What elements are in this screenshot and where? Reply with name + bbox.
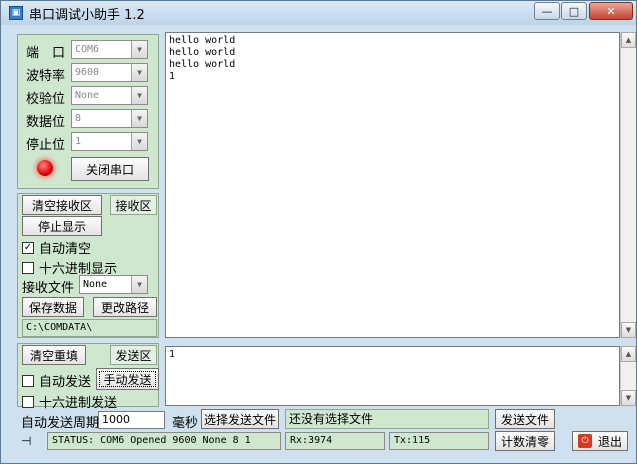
- chevron-down-icon[interactable]: ▼: [131, 276, 147, 293]
- baud-value: 9600: [75, 67, 100, 78]
- stopbits-value: 1: [75, 136, 82, 147]
- baud-select[interactable]: 9600 ▼: [71, 63, 148, 82]
- chevron-down-icon[interactable]: ▼: [131, 64, 147, 81]
- receive-area-label: 接收区: [110, 195, 157, 215]
- hex-display-box[interactable]: [22, 261, 34, 274]
- databits-label: 数据位: [26, 115, 66, 130]
- send-textarea[interactable]: 1: [165, 346, 620, 406]
- receive-scrollbar[interactable]: ▲ ▼: [620, 32, 636, 338]
- period-unit-label: 毫秒: [172, 416, 199, 431]
- receive-line: 1: [169, 71, 176, 82]
- rx-counter: Rx:3974: [285, 432, 385, 450]
- port-value: COM6: [75, 44, 100, 55]
- change-path-button[interactable]: 更改路径: [93, 297, 157, 317]
- chevron-down-icon[interactable]: ▼: [131, 41, 147, 58]
- auto-clear-checkmark-icon[interactable]: ✓: [22, 241, 34, 254]
- stopbits-label: 停止位: [26, 138, 66, 153]
- receive-line: hello world: [169, 59, 236, 70]
- scroll-up-icon[interactable]: ▲: [621, 32, 636, 48]
- baud-label: 波特率: [26, 69, 66, 84]
- chevron-down-icon[interactable]: ▼: [131, 133, 147, 150]
- serial-port-icon: ▣: [9, 6, 23, 20]
- minimize-button[interactable]: —: [534, 2, 560, 20]
- send-file-button[interactable]: 发送文件: [495, 409, 555, 429]
- send-content: 1: [169, 349, 176, 360]
- auto-send-box[interactable]: [22, 374, 34, 387]
- receive-file-value: None: [83, 279, 108, 290]
- close-button[interactable]: ✕: [589, 2, 633, 20]
- scroll-up-icon[interactable]: ▲: [621, 346, 636, 362]
- receive-file-select[interactable]: None ▼: [79, 275, 148, 294]
- port-label: 端 口: [26, 46, 66, 61]
- parity-value: None: [75, 90, 100, 101]
- save-data-button[interactable]: 保存数据: [22, 297, 84, 317]
- tx-counter: Tx:115: [389, 432, 489, 450]
- clear-receive-button[interactable]: 清空接收区: [22, 195, 102, 215]
- stopbits-select[interactable]: 1 ▼: [71, 132, 148, 151]
- reset-count-button[interactable]: 计数清零: [495, 431, 555, 451]
- file-status-field: 还没有选择文件: [285, 409, 489, 429]
- receive-file-label: 接收文件: [22, 281, 75, 296]
- stop-display-button[interactable]: 停止显示: [22, 216, 102, 236]
- manual-send-button[interactable]: 手动发送: [96, 368, 159, 390]
- exit-label: 退出: [598, 434, 623, 449]
- databits-select[interactable]: 8 ▼: [71, 109, 148, 128]
- main-window: ▣ 串口调试小助手 1.2 — □ ✕ 端 口 COM6 ▼ 波特率 9600 ▼ …: [0, 0, 637, 464]
- exit-button[interactable]: ⏻ 退出: [572, 431, 628, 451]
- parity-select[interactable]: None ▼: [71, 86, 148, 105]
- clear-send-button[interactable]: 清空重填: [22, 345, 86, 365]
- port-plug-icon: ⊣: [21, 434, 32, 448]
- choose-send-file-button[interactable]: 选择发送文件: [201, 409, 279, 429]
- chevron-down-icon[interactable]: ▼: [131, 110, 147, 127]
- scroll-down-icon[interactable]: ▼: [621, 322, 636, 338]
- hex-send-label: 十六进制发送: [39, 396, 118, 411]
- status-text: STATUS: COM6 Opened 9600 None 8 1: [47, 432, 281, 450]
- send-scrollbar[interactable]: ▲ ▼: [620, 346, 636, 406]
- power-icon: ⏻: [578, 434, 592, 448]
- title-bar[interactable]: ▣ 串口调试小助手 1.2 — □ ✕: [1, 1, 636, 25]
- port-status-led-icon: [37, 160, 53, 176]
- hex-send-box[interactable]: [22, 395, 34, 408]
- databits-value: 8: [75, 113, 82, 124]
- send-area-label: 发送区: [110, 345, 157, 365]
- parity-label: 校验位: [26, 92, 66, 107]
- auto-send-label: 自动发送: [39, 375, 92, 390]
- receive-line: hello world: [169, 47, 236, 58]
- close-port-button[interactable]: 关闭串口: [71, 157, 149, 181]
- auto-clear-checkbox[interactable]: ✓ 自动清空: [22, 238, 91, 257]
- scroll-down-icon[interactable]: ▼: [621, 390, 636, 406]
- maximize-button[interactable]: □: [561, 2, 587, 20]
- receive-line: hello world: [169, 35, 236, 46]
- period-input[interactable]: 1000: [98, 411, 165, 429]
- receive-textarea[interactable]: hello world hello world hello world 1: [165, 32, 620, 338]
- port-select[interactable]: COM6 ▼: [71, 40, 148, 59]
- auto-send-checkbox[interactable]: 自动发送: [22, 371, 91, 390]
- auto-clear-label: 自动清空: [39, 242, 92, 257]
- period-label: 自动发送周期: [21, 416, 100, 431]
- window-title: 串口调试小助手 1.2: [29, 7, 145, 23]
- hex-send-checkbox[interactable]: 十六进制发送: [22, 392, 117, 411]
- chevron-down-icon[interactable]: ▼: [131, 87, 147, 104]
- save-path-field: C:\COMDATA\: [22, 319, 157, 337]
